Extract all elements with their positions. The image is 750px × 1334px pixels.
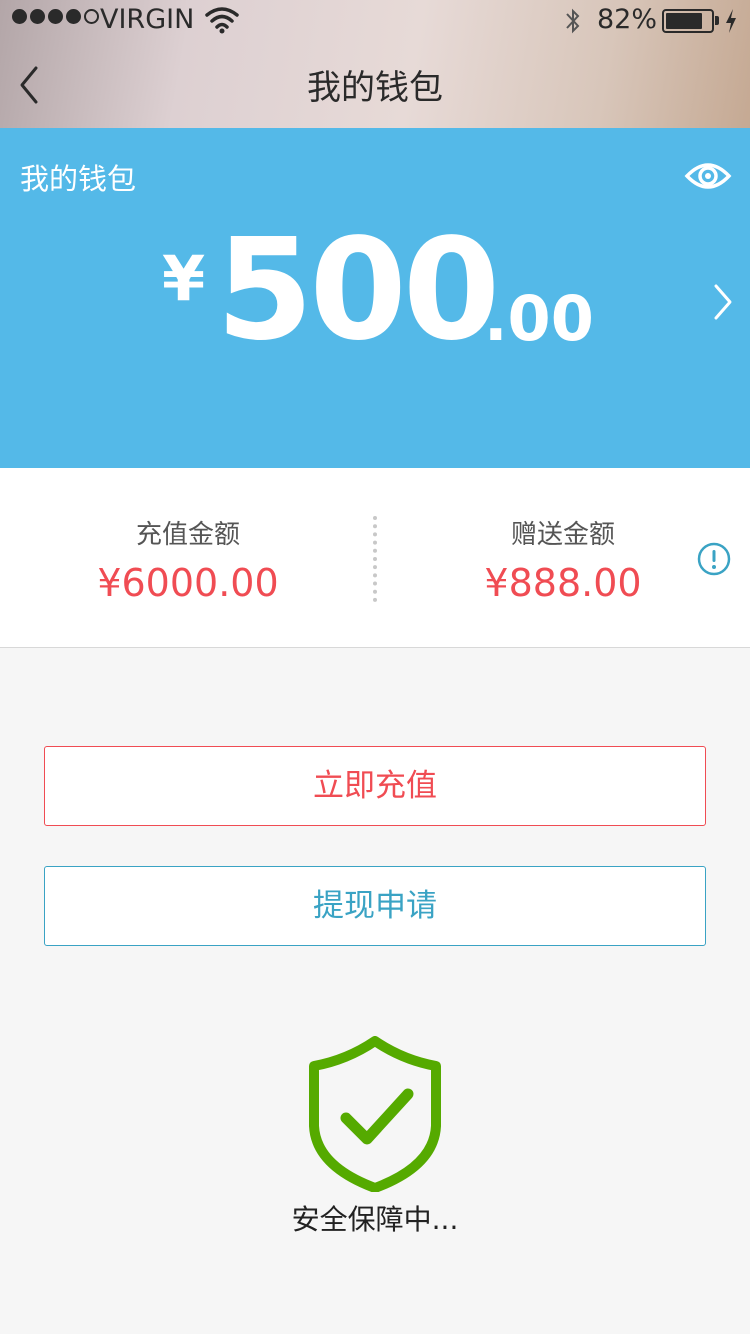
bonus-stat: 赠送金额 ¥888.00 [413,514,713,605]
recharge-stat: 充值金额 ¥6000.00 [38,514,338,605]
eye-icon[interactable] [684,152,732,200]
battery-icon [662,9,714,33]
info-icon[interactable] [697,542,731,576]
wifi-icon [205,7,239,34]
balance-card[interactable]: 我的钱包 ¥ 500 .00 [0,128,750,468]
chevron-right-icon[interactable] [708,280,738,324]
withdraw-button[interactable]: 提现申请 [44,866,706,946]
bonus-value: ¥888.00 [484,561,642,605]
recharge-label: 充值金额 [135,520,240,550]
page-title: 我的钱包 [307,68,443,108]
charging-icon [726,9,736,33]
stats-divider [373,516,377,602]
recharge-value: ¥6000.00 [97,561,279,605]
balance-amount: ¥ 500 .00 [158,214,628,374]
bonus-label: 赠送金额 [510,520,615,550]
wallet-label: 我的钱包 [20,162,137,196]
status-bar: VIRGIN 82% [0,0,750,40]
security-status: 安全保障中... [291,1203,459,1236]
bluetooth-icon [566,8,580,34]
balance-integer: 500 [216,209,500,372]
currency-symbol: ¥ [162,242,206,315]
carrier-name: VIRGIN [100,4,195,35]
battery-percentage: 82% [597,4,658,35]
stats-panel: 充值金额 ¥6000.00 赠送金额 ¥888.00 [0,468,750,648]
recharge-button[interactable]: 立即充值 [44,746,706,826]
balance-decimal: .00 [484,282,594,355]
header: VIRGIN 82% 我的钱包 [0,0,750,128]
shield-check-icon [309,1036,441,1192]
signal-strength-icon [12,9,99,24]
